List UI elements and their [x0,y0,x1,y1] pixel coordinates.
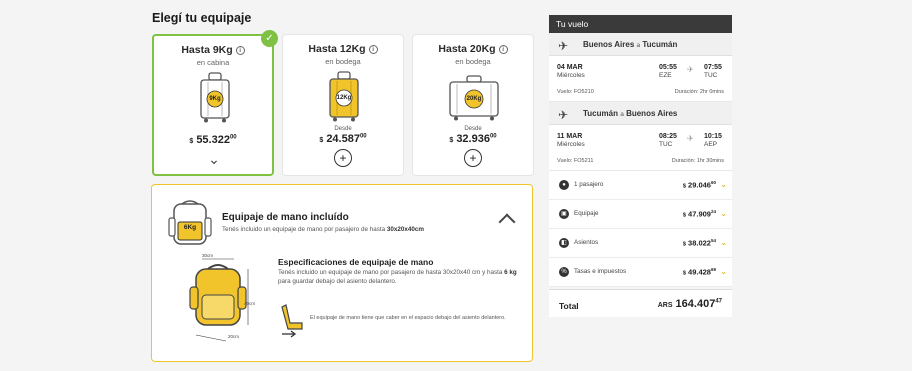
dimension-height: 40cm [244,301,256,306]
option-title: Hasta 9Kg [181,44,233,56]
dimension-depth: 20cm [228,334,240,339]
route-return: ✈ Tucumán a Buenos Aires [549,102,732,125]
cost-value: $ 38.02254 [682,238,716,248]
chevron-down-icon[interactable]: ⌄ [720,267,727,276]
kg-label: 9Kg [209,96,221,102]
chevron-down-icon[interactable]: ⌄ [720,180,727,189]
flight-details-return: 11 MAR Miércoles 08:25 TUC ✈ 10:15 AEP V… [549,125,732,171]
chevron-down-icon[interactable]: ⌄ [205,152,223,166]
cost-label: 1 pasajero [574,181,604,188]
option-price: $ 32.93600 [449,133,497,145]
desde-label: Desde [334,126,352,132]
option-price: $ 24.58700 [319,133,367,145]
flight-number: Vuelo: FO5211 [557,158,594,164]
option-price: $ 55.32200 [189,134,237,146]
hand-luggage-desc: Tenés incluido un equipaje de mano por p… [222,226,425,233]
flight-day: Miércoles [557,141,585,148]
info-icon[interactable]: i [368,45,378,54]
seat-note: El equipaje de mano tiene que caber en e… [310,315,506,321]
departure-airport: EZE [659,72,672,79]
cost-value: $ 29.04660 [682,180,716,190]
luggage-option-20kg[interactable]: Hasta 20Kg i en bodega 20Kg Desde $ 32.93… [412,34,534,176]
luggage-option-12kg[interactable]: Hasta 12Kg i en bodega 12Kg Desde $ 24.58… [282,34,404,176]
summary-header: Tu vuelo [549,15,732,33]
arrival-time: 07:55 [704,64,722,71]
chevron-down-icon[interactable]: ⌄ [720,238,727,247]
flight-duration: Duración: 1hr 30mins [671,158,724,164]
chevron-down-icon[interactable]: ⌄ [720,209,727,218]
cost-value: $ 47.90924 [682,209,716,219]
cost-label: Equipaje [574,210,599,217]
cost-label: Asientos [574,239,599,246]
desde-label: Desde [464,126,482,132]
dimension-width: 30cm [202,253,214,258]
option-subtitle: en cabina [196,58,230,67]
backpack-icon [168,200,212,245]
arrival-time: 10:15 [704,133,722,140]
luggage-icon: ▣ [559,209,569,219]
luggage-option-9kg[interactable]: ✓ Hasta 9Kg i en cabina 9Kg $ 55.32200 ⌄ [152,30,278,176]
info-icon[interactable]: i [498,45,508,54]
backpack-illustration [189,258,249,342]
flight-date: 11 MAR [557,133,583,140]
flight-day: Miércoles [557,72,585,79]
departure-time: 05:55 [659,64,677,71]
airplane-icon: ✈ [558,108,569,122]
cost-row-luggage[interactable]: ▣ Equipaje $ 47.90924 ⌄ [549,200,732,229]
option-subtitle: en bodega [325,57,361,66]
check-icon: ✓ [261,30,278,47]
option-subtitle: en bodega [455,57,491,66]
hand-luggage-title: Equipaje de mano incluído [222,212,349,223]
flight-number: Vuelo: FO5210 [557,89,594,95]
option-title: Hasta 12Kg [308,43,366,55]
person-icon: ● [559,180,569,190]
add-button[interactable]: + [334,149,352,167]
chevron-up-icon[interactable] [498,213,516,231]
seat-icon [281,304,303,338]
cost-label: Tasas e impuestos [574,268,627,275]
route-outbound: ✈ Buenos Aires a Tucumán [549,33,732,56]
info-icon[interactable]: i [235,46,245,55]
arrival-airport: TUC [704,72,718,79]
spec-desc: Tenés incluido un equipaje de mano por p… [278,269,517,285]
flight-date: 04 MAR [557,64,583,71]
departure-airport: TUC [659,141,673,148]
cost-row-taxes[interactable]: % Tasas e impuestos $ 49.42869 ⌄ [549,258,732,287]
add-button[interactable]: + [464,149,482,167]
page-title: Elegí tu equipaje [152,11,252,25]
arrival-airport: AEP [704,141,718,148]
kg-label: 20Kg [466,96,482,102]
luggage-section: Elegí tu equipaje ✓ Hasta 9Kg i en cabina… [151,0,535,371]
airplane-icon: ✈ [687,65,694,74]
cost-value: $ 49.42869 [682,267,716,277]
airplane-icon: ✈ [558,39,569,53]
airplane-icon: ✈ [687,134,694,143]
kg-label: 6Kg [183,224,197,231]
total-label: Total [559,301,579,311]
cost-row-seats[interactable]: ◧ Asientos $ 38.02254 ⌄ [549,229,732,258]
kg-label: 12Kg [336,95,352,101]
total-row: Total ARS 164.40747 [549,289,732,317]
seat-icon: ◧ [559,238,569,248]
flight-duration: Duración: 2hr 0mins [674,89,724,95]
percent-icon: % [559,267,569,277]
flight-details-outbound: 04 MAR Miércoles 05:55 EZE ✈ 07:55 TUC V… [549,56,732,102]
hand-luggage-panel: 6Kg Equipaje de mano incluído Tenés incl… [151,184,533,362]
departure-time: 08:25 [659,133,677,140]
option-title: Hasta 20Kg [438,43,496,55]
flight-summary: Tu vuelo ✈ Buenos Aires a Tucumán 04 MAR… [549,15,732,317]
total-value: ARS 164.40747 [657,298,722,310]
spec-title: Especificaciones de equipaje de mano [278,257,434,267]
cost-row-passenger[interactable]: ● 1 pasajero $ 29.04660 ⌄ [549,171,732,200]
